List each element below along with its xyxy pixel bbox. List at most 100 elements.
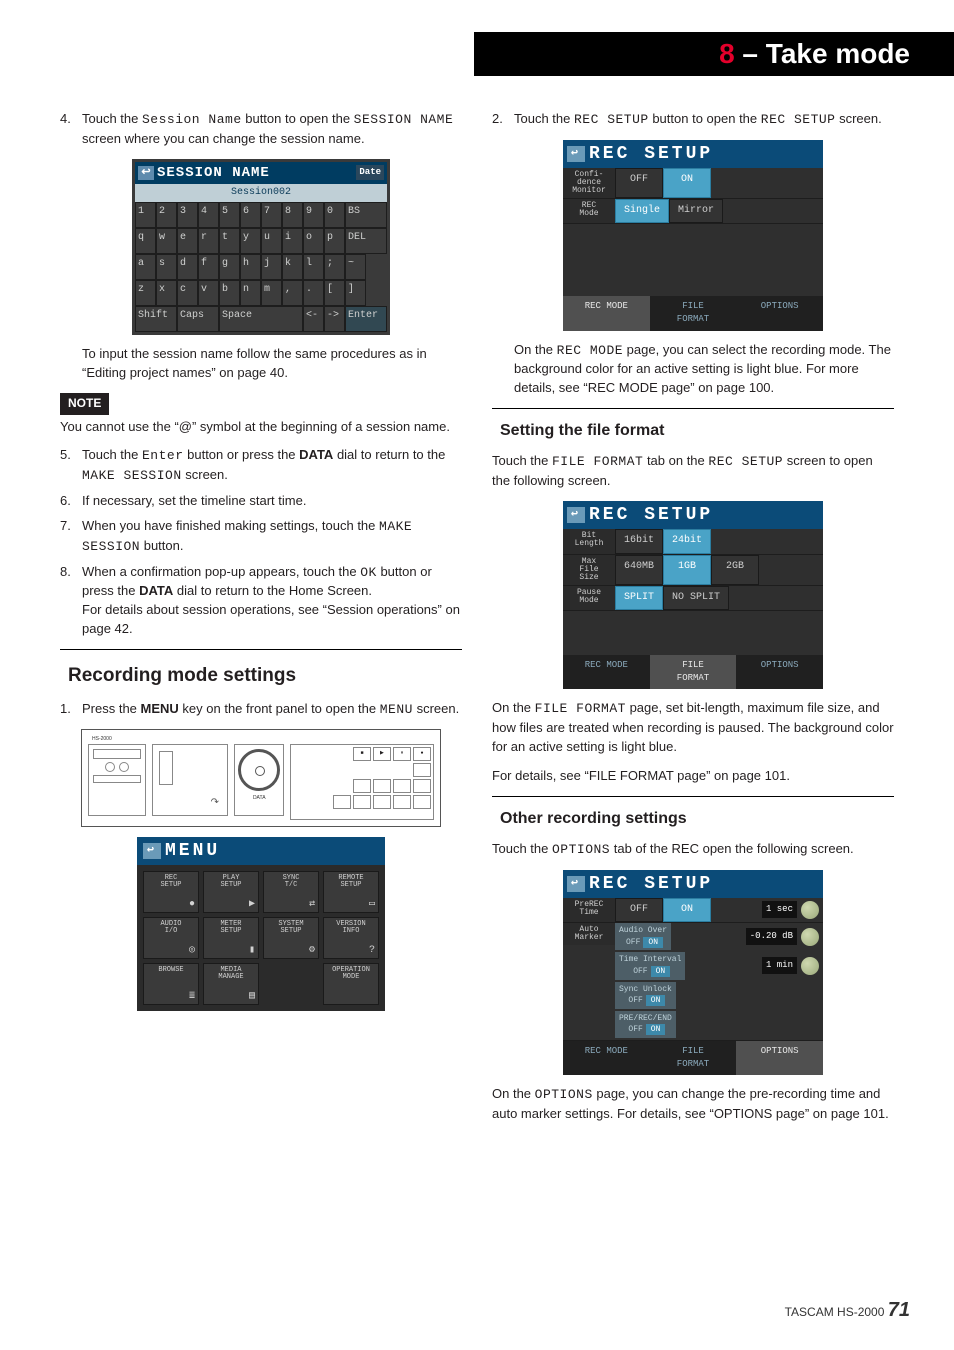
menu-item[interactable]: SYNC T/C⇄ (263, 871, 319, 913)
key-2[interactable]: 2 (156, 202, 177, 228)
key[interactable] (413, 763, 431, 777)
option-button[interactable]: 16bit (615, 529, 663, 554)
key-[[interactable]: [ (324, 280, 345, 306)
tab[interactable]: OPTIONS (736, 655, 823, 689)
key-m[interactable]: m (261, 280, 282, 306)
jog-wheel-icon[interactable] (238, 749, 280, 791)
key-del[interactable]: DEL (345, 228, 387, 254)
key-b[interactable]: b (219, 280, 240, 306)
key-d[interactable]: d (177, 254, 198, 280)
tab[interactable]: REC MODE (563, 296, 650, 330)
knob-icon[interactable] (801, 901, 819, 919)
prerec-off-button[interactable]: OFF (615, 898, 663, 923)
option-button[interactable]: Mirror (669, 199, 723, 224)
key-w[interactable]: w (156, 228, 177, 254)
tab[interactable]: FILE FORMAT (650, 296, 737, 330)
key-3[interactable]: 3 (177, 202, 198, 228)
key-8[interactable]: 8 (282, 202, 303, 228)
key-r[interactable]: r (198, 228, 219, 254)
key-a[interactable]: a (135, 254, 156, 280)
key-p[interactable]: p (324, 228, 345, 254)
on-button[interactable]: ON (646, 1024, 666, 1035)
key[interactable] (353, 795, 371, 809)
key-][interactable]: ] (345, 280, 366, 306)
option-button[interactable]: 24bit (663, 529, 711, 554)
key-7[interactable]: 7 (261, 202, 282, 228)
key-x[interactable]: x (156, 280, 177, 306)
transport-button[interactable]: ● (413, 747, 431, 761)
key-l[interactable]: l (303, 254, 324, 280)
knob-icon[interactable] (801, 957, 819, 975)
key-t[interactable]: t (219, 228, 240, 254)
menu-item[interactable]: PLAY SETUP▶ (203, 871, 259, 913)
menu-item[interactable]: MEDIA MANAGE▤ (203, 963, 259, 1005)
knob-icon[interactable] (801, 928, 819, 946)
key-~[interactable]: ~ (345, 254, 366, 280)
back-icon[interactable]: ↩ (567, 876, 585, 892)
key[interactable] (333, 795, 351, 809)
key[interactable] (373, 779, 391, 793)
key[interactable] (373, 795, 391, 809)
key-g[interactable]: g (219, 254, 240, 280)
key-y[interactable]: y (240, 228, 261, 254)
option-button[interactable]: OFF (615, 168, 663, 198)
key-left[interactable]: <- (303, 306, 324, 332)
transport-button[interactable]: ▶ (373, 747, 391, 761)
option-button[interactable]: 2GB (711, 555, 759, 585)
key-o[interactable]: o (303, 228, 324, 254)
date-button[interactable]: Date (356, 165, 384, 180)
transport-button[interactable]: ■ (353, 747, 371, 761)
key-bs[interactable]: BS (345, 202, 387, 228)
menu-item[interactable]: OPERATION MODE (323, 963, 379, 1005)
back-icon[interactable]: ↩ (567, 507, 585, 523)
option-button[interactable]: NO SPLIT (663, 586, 729, 611)
menu-item[interactable]: REC SETUP● (143, 871, 199, 913)
on-button[interactable]: ON (643, 937, 663, 948)
tab[interactable]: REC MODE (563, 655, 650, 689)
option-button[interactable]: ON (663, 168, 711, 198)
key-i[interactable]: i (282, 228, 303, 254)
tab[interactable]: FILE FORMAT (650, 655, 737, 689)
key-h[interactable]: h (240, 254, 261, 280)
off-button[interactable]: OFF (633, 967, 647, 976)
menu-item[interactable]: METER SETUP▮ (203, 917, 259, 959)
transport-button[interactable]: ⏸ (393, 747, 411, 761)
key-z[interactable]: z (135, 280, 156, 306)
key-f[interactable]: f (198, 254, 219, 280)
key[interactable] (413, 795, 431, 809)
key-enter[interactable]: Enter (345, 306, 387, 332)
key-space[interactable]: Space (219, 306, 303, 332)
key[interactable] (393, 795, 411, 809)
off-button[interactable]: OFF (628, 1025, 642, 1034)
key-u[interactable]: u (261, 228, 282, 254)
key-j[interactable]: j (261, 254, 282, 280)
option-button[interactable]: Single (615, 199, 669, 224)
key[interactable] (353, 779, 371, 793)
tab[interactable]: FILE FORMAT (650, 1041, 737, 1075)
key-0[interactable]: 0 (324, 202, 345, 228)
key[interactable] (393, 779, 411, 793)
back-icon[interactable]: ↩ (567, 146, 585, 162)
key-5[interactable]: 5 (219, 202, 240, 228)
menu-item[interactable]: REMOTE SETUP▭ (323, 871, 379, 913)
key-c[interactable]: c (177, 280, 198, 306)
key-6[interactable]: 6 (240, 202, 261, 228)
option-button[interactable]: 1GB (663, 555, 711, 585)
key-v[interactable]: v (198, 280, 219, 306)
key-shift[interactable]: Shift (135, 306, 177, 332)
tab[interactable]: OPTIONS (736, 296, 823, 330)
key-;[interactable]: ; (324, 254, 345, 280)
tab[interactable]: REC MODE (563, 1041, 650, 1075)
key-q[interactable]: q (135, 228, 156, 254)
menu-item[interactable]: BROWSE≣ (143, 963, 199, 1005)
key-,[interactable]: , (282, 280, 303, 306)
option-button[interactable]: 640MB (615, 555, 663, 585)
on-button[interactable]: ON (646, 995, 666, 1006)
key-1[interactable]: 1 (135, 202, 156, 228)
key-9[interactable]: 9 (303, 202, 324, 228)
key-caps[interactable]: Caps (177, 306, 219, 332)
option-button[interactable]: SPLIT (615, 586, 663, 611)
off-button[interactable]: OFF (626, 938, 640, 947)
menu-item[interactable]: SYSTEM SETUP⚙ (263, 917, 319, 959)
key-4[interactable]: 4 (198, 202, 219, 228)
